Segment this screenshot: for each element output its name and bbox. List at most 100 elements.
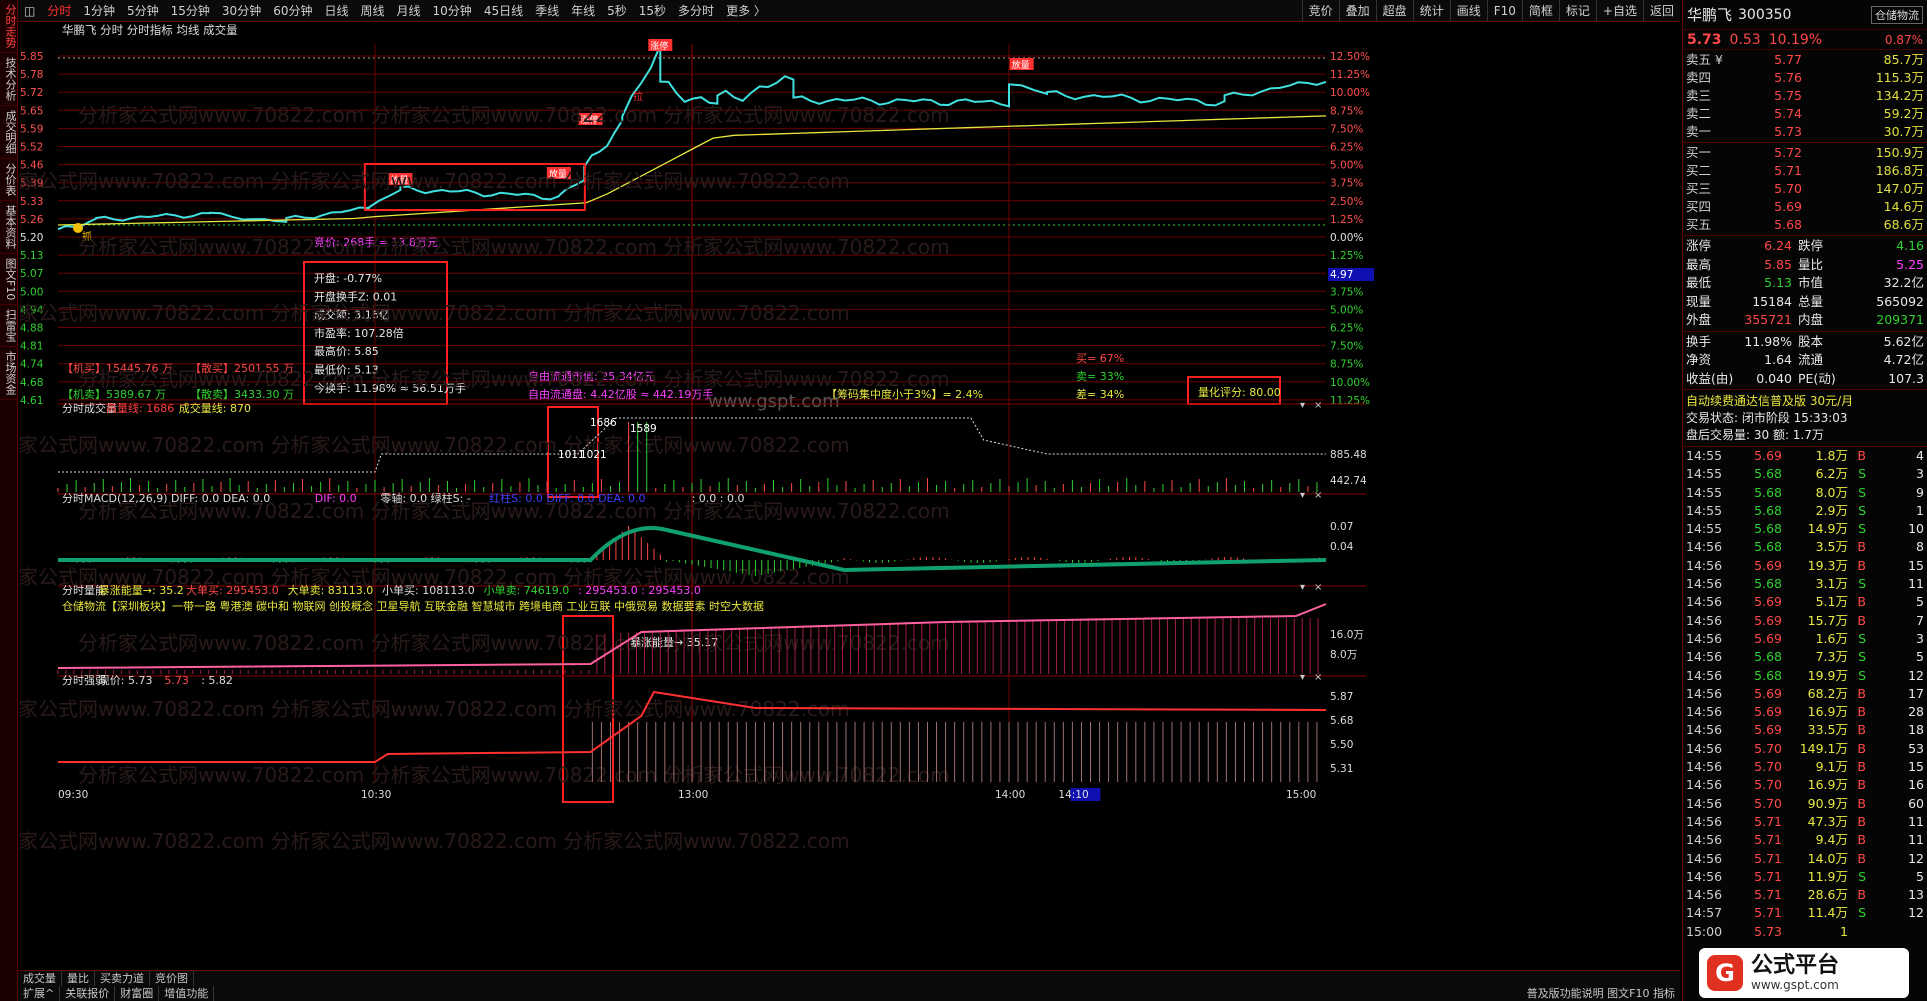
pct-tick: 1.25% (1330, 214, 1363, 226)
bottom-tabs-row2: 扩展^ 关联报价 财富圈 增值功能 普及版功能说明 图文F10 指标 (18, 986, 1680, 1001)
bottom-tab[interactable]: 关联报价 (60, 986, 116, 1001)
tick-row: 14:56 5.71 11.9万 S 5 (1683, 868, 1927, 886)
time-tick: 13:00 (678, 789, 708, 801)
left-tab[interactable]: 分时走势 (0, 0, 18, 53)
toolbar-button[interactable]: F10 (1486, 0, 1522, 21)
bottom-tab[interactable]: 竞价图 (150, 971, 194, 986)
tick-volume: 5.1万 (1815, 594, 1848, 610)
tick-volume: 3.5万 (1815, 539, 1848, 555)
bottom-right-links[interactable]: 普及版功能说明 图文F10 指标 (1522, 986, 1680, 1001)
book-row[interactable]: 买三 5.70 147.0万 (1683, 180, 1927, 198)
period-tab[interactable]: 5分钟 (121, 0, 165, 21)
left-tab[interactable]: 技术分析 (0, 53, 18, 106)
tick-side: B (1857, 759, 1866, 775)
toolbar-button[interactable]: 标记 (1558, 0, 1596, 21)
tick-price: 5.69 (1754, 722, 1782, 738)
tick-price: 5.68 (1754, 539, 1782, 555)
left-tab[interactable]: 分价表 (0, 159, 18, 201)
book-row[interactable]: 买一 5.72 150.9万 (1683, 144, 1927, 162)
buysell-ratio: 差= 34% (1076, 387, 1124, 401)
book-price: 5.70 (1774, 181, 1802, 196)
book-row[interactable]: 卖三 5.75 134.2万 (1683, 87, 1927, 105)
period-tab[interactable]: 30分钟 (216, 0, 267, 21)
stat-label: 涨停 (1686, 238, 1712, 253)
tick-count: 53 (1908, 740, 1924, 756)
bottom-tab[interactable]: 买卖力道 (95, 971, 150, 986)
period-tab[interactable]: 1分钟 (77, 0, 121, 21)
tick-price: 5.70 (1754, 777, 1782, 793)
pct-tick: 6.25% (1330, 142, 1363, 154)
energy-tick: 8.0万 (1330, 649, 1357, 661)
toolbar-button[interactable]: 叠加 (1338, 0, 1376, 21)
tick-volume: 14.0万 (1807, 850, 1848, 866)
toolbar-toggle-icon[interactable]: ◫ (18, 0, 41, 21)
tick-price: 5.73 (1754, 923, 1782, 939)
period-tab[interactable]: 更多 〉 (720, 0, 772, 21)
period-tab[interactable]: 季线 (529, 0, 565, 21)
tick-price: 5.69 (1754, 685, 1782, 701)
book-level: 卖二 (1686, 106, 1712, 121)
tick-time: 15:00 (1686, 923, 1723, 939)
book-volume: 186.8万 (1875, 163, 1924, 178)
bottom-tab[interactable]: 增值功能 (159, 986, 215, 1001)
bottom-tab[interactable]: 成交量 (18, 971, 62, 986)
tick-side: B (1857, 832, 1866, 848)
book-row[interactable]: 买四 5.69 14.6万 (1683, 198, 1927, 216)
watermark-text: 分析家公式网www.70822.com 分析家公式网www.70822.com … (18, 301, 850, 325)
book-volume: 134.2万 (1875, 88, 1924, 103)
price-tick: 5.26 (20, 214, 44, 226)
panel-title: 大单卖: 83113.0 (288, 583, 374, 597)
bottom-tab[interactable]: 财富圈 (115, 986, 160, 1001)
book-level: 买五 (1686, 217, 1712, 232)
tick-row: 14:56 5.68 3.5万 B 8 (1683, 538, 1927, 556)
book-row[interactable]: 卖一 5.73 30.7万 (1683, 123, 1927, 141)
left-tab[interactable]: 基本资料 (0, 201, 18, 254)
toolbar-button[interactable]: 画线 (1449, 0, 1487, 21)
price-tick: 5.00 (20, 286, 43, 298)
book-row[interactable]: 卖二 5.74 59.2万 (1683, 105, 1927, 123)
toolbar-button[interactable]: 统计 (1412, 0, 1450, 21)
toolbar-button[interactable]: 超盘 (1375, 0, 1413, 21)
toolbar-button[interactable]: +自选 (1595, 0, 1643, 21)
time-tick: 14:00 (995, 789, 1025, 801)
tick-volume: 14.9万 (1807, 521, 1848, 537)
sector-button[interactable]: 仓储物流 (1871, 5, 1923, 24)
toolbar-button[interactable]: 返回 (1642, 0, 1680, 21)
period-tab[interactable]: 分时 (41, 0, 77, 21)
bottom-bar: 成交量 量比 买卖力道 竞价图 扩展^ 关联报价 财富圈 增值功能 普及版功能说明 图文F10… (18, 970, 1680, 1001)
pct-tick: 7.50% (1330, 341, 1363, 353)
period-tab[interactable]: 月线 (391, 0, 427, 21)
book-price: 5.77 (1774, 52, 1802, 67)
left-tab[interactable]: 扫雷宝 (0, 305, 18, 348)
book-row[interactable]: 买二 5.71 186.8万 (1683, 162, 1927, 180)
period-tab[interactable]: 日线 (318, 0, 354, 21)
book-row[interactable]: 买五 5.68 68.6万 (1683, 216, 1927, 234)
tick-row: 14:56 5.69 16.9万 B 28 (1683, 703, 1927, 721)
book-volume: 68.6万 (1883, 217, 1924, 232)
toolbar-button[interactable]: 简框 (1521, 0, 1559, 21)
left-tab[interactable]: 图文F10 (0, 254, 18, 306)
info-line: 市盈率: 107.28倍 (314, 326, 404, 340)
period-tab[interactable]: 周线 (355, 0, 391, 21)
book-row[interactable]: 卖四 5.76 115.3万 (1683, 69, 1927, 87)
tick-volume: 11.4万 (1807, 905, 1848, 921)
bottom-tab[interactable]: 量比 (62, 971, 95, 986)
left-tab[interactable]: 市场资金 (0, 347, 18, 401)
period-tab[interactable]: 年线 (565, 0, 601, 21)
period-tab[interactable]: 5秒 (601, 0, 633, 21)
book-row[interactable]: 卖五 ¥ 5.77 85.7万 (1683, 51, 1927, 69)
promo-text[interactable]: 自动续费通达信普及版 30元/月 (1686, 392, 1924, 410)
period-tab[interactable]: 45日线 (478, 0, 529, 21)
period-tab[interactable]: 15秒 (633, 0, 672, 21)
bottom-tab[interactable]: 扩展^ (18, 986, 61, 1001)
chart-area[interactable]: 5.85 12.50% 5.78 11.25% 5.72 10.00% 5.65 8.75% 5… (0, 22, 1680, 970)
period-tab[interactable]: 10分钟 (427, 0, 478, 21)
period-tab[interactable]: 60分钟 (267, 0, 318, 21)
toolbar-button[interactable]: 竞价 (1301, 0, 1339, 21)
left-tab[interactable]: 成交明细 (0, 106, 18, 159)
chart-svg[interactable]: 5.85 12.50% 5.78 11.25% 5.72 10.00% 5.65 8.75% 5… (0, 22, 1680, 970)
book-level: 卖五 ¥ (1686, 52, 1723, 67)
period-tab[interactable]: 15分钟 (165, 0, 216, 21)
stat-value: 5.25 (1896, 256, 1924, 272)
period-tab[interactable]: 多分时 (672, 0, 720, 21)
